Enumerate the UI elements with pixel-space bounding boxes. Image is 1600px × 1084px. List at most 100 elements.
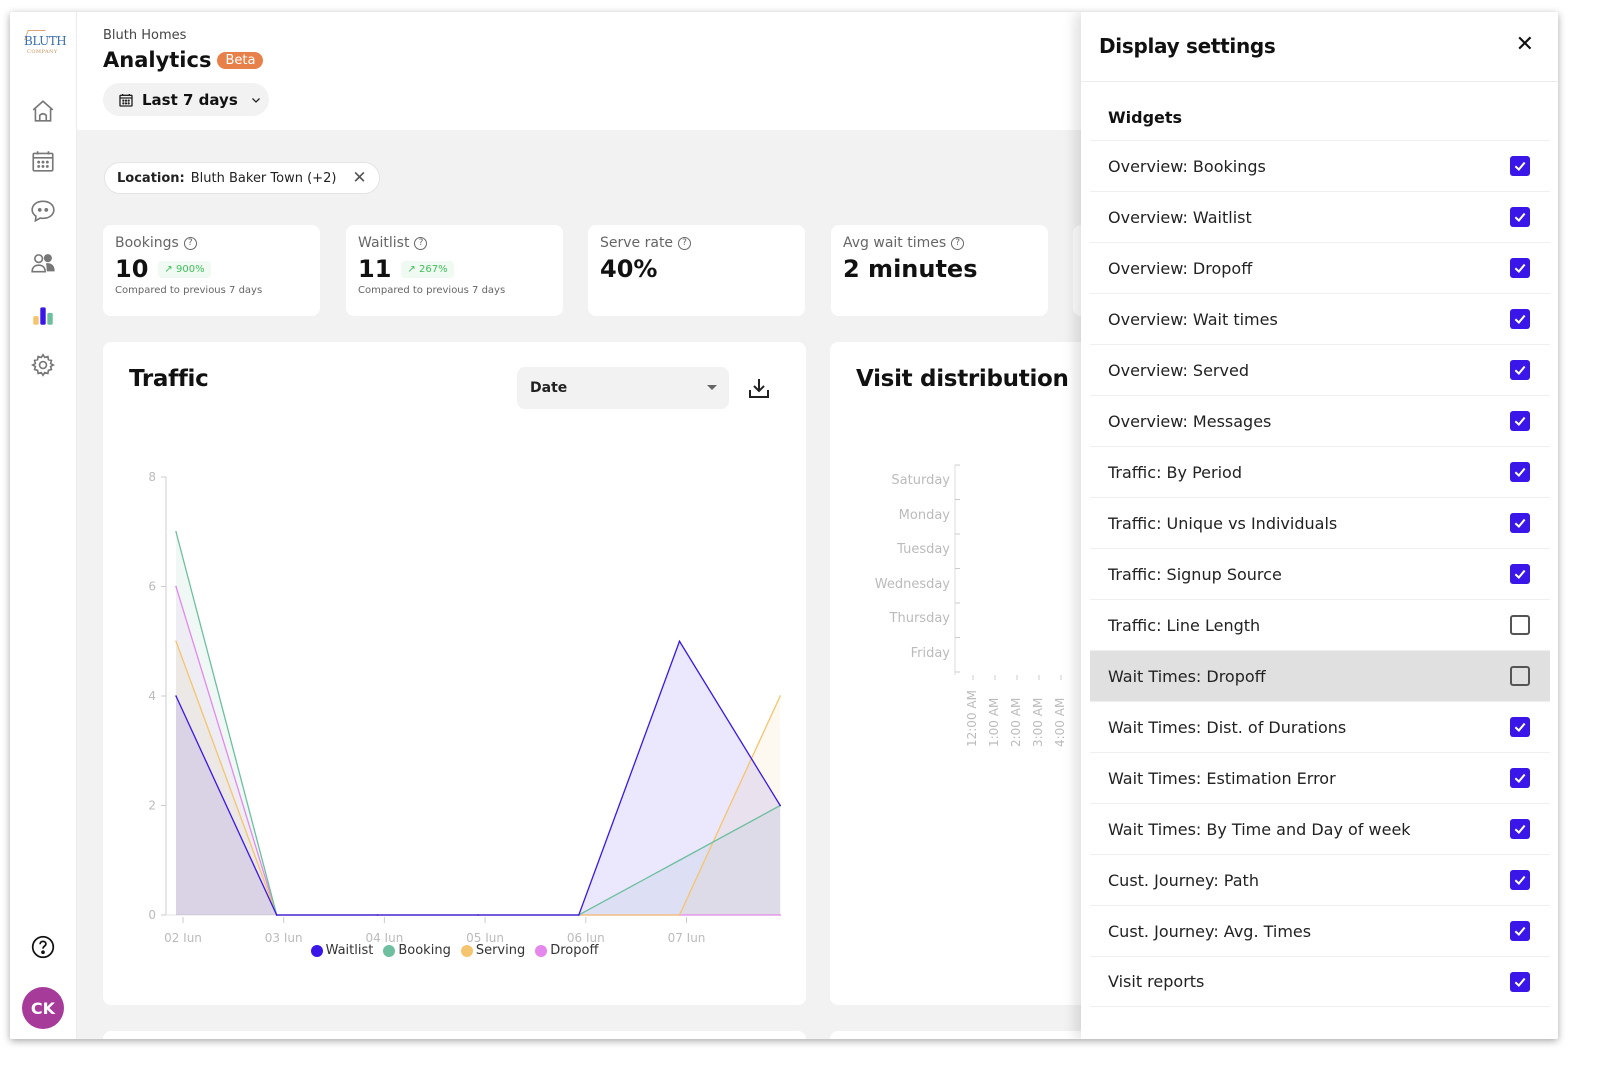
widget-checkbox[interactable]	[1510, 564, 1530, 584]
legend-item-dropoff[interactable]: Dropoff	[535, 943, 598, 958]
widget-toggle-row[interactable]: Overview: Served	[1090, 344, 1550, 395]
widget-checkbox[interactable]	[1510, 156, 1530, 176]
widget-label: Cust. Journey: Avg. Times	[1108, 921, 1312, 941]
widget-toggle-row[interactable]: Traffic: Signup Source	[1090, 548, 1550, 599]
widget-checkbox[interactable]	[1510, 921, 1530, 941]
user-avatar[interactable]: CK	[22, 987, 64, 1029]
widget-toggle-row[interactable]: Wait Times: By Time and Day of week	[1090, 803, 1550, 854]
widget-toggle-row[interactable]: Traffic: By Period	[1090, 446, 1550, 497]
widget-toggle-row[interactable]: Overview: Messages	[1090, 395, 1550, 446]
x-tick-label: 06 Jun	[567, 931, 605, 942]
beta-badge: Beta	[217, 51, 264, 69]
trend-badge: ↗ 900%	[158, 260, 211, 278]
widget-checkbox[interactable]	[1510, 411, 1530, 431]
checkmark-icon	[1514, 416, 1526, 426]
legend-item-waitlist[interactable]: Waitlist	[310, 943, 373, 958]
sidebar-item-settings[interactable]	[30, 352, 56, 378]
sidebar-item-messages[interactable]	[30, 198, 56, 224]
hour-label: 2:00 AM	[1009, 697, 1023, 747]
widget-label: Cust. Journey: Path	[1108, 870, 1259, 890]
company-logo[interactable]: BLUTH COMPANY	[22, 30, 67, 58]
widget-toggle-row[interactable]: Wait Times: Dropoff	[1090, 650, 1550, 701]
page-title-text: Analytics	[103, 48, 212, 72]
app-window: BLUTH COMPANY CK Bluth Homes Analytics B…	[10, 12, 1558, 1039]
widget-label: Overview: Served	[1108, 360, 1249, 380]
widget-checkbox[interactable]	[1510, 513, 1530, 533]
stat-label-text: Waitlist	[358, 235, 410, 251]
stat-label: Waitlist?	[358, 235, 551, 251]
stat-label-text: Avg wait times	[843, 235, 947, 251]
widget-checkbox[interactable]	[1510, 819, 1530, 839]
data-point-waitlist	[175, 695, 177, 697]
stat-value: 2 minutes	[843, 255, 978, 283]
widget-checkbox[interactable]	[1510, 870, 1530, 890]
help-circle-icon[interactable]: ?	[183, 236, 197, 250]
sidebar-item-analytics[interactable]	[30, 302, 56, 328]
org-name: Bluth Homes	[103, 28, 187, 43]
stat-card-bookings: Bookings? 10 ↗ 900% Compared to previous …	[103, 225, 320, 316]
stat-value-text: 10	[115, 255, 149, 283]
legend-item-booking[interactable]: Booking	[383, 943, 451, 958]
legend-item-serving[interactable]: Serving	[460, 943, 526, 958]
checkmark-icon	[1514, 263, 1526, 273]
y-tick-label: 0	[148, 908, 156, 922]
widget-toggle-row[interactable]: Traffic: Line Length	[1090, 599, 1550, 650]
widget-label: Overview: Dropoff	[1108, 258, 1253, 278]
widget-checkbox[interactable]	[1510, 666, 1530, 686]
widget-checkbox[interactable]	[1510, 207, 1530, 227]
widget-label: Visit reports	[1108, 972, 1205, 991]
help-circle-icon[interactable]: ?	[951, 236, 965, 250]
widget-toggle-row[interactable]: Wait Times: Estimation Error	[1090, 752, 1550, 803]
remove-filter-icon[interactable]: ✕	[352, 168, 366, 188]
stat-value: 10 ↗ 900%	[115, 255, 308, 283]
widget-checkbox[interactable]	[1510, 360, 1530, 380]
gear-icon	[31, 353, 55, 377]
checkmark-icon	[1514, 722, 1526, 732]
sidebar-item-customers[interactable]	[30, 250, 56, 276]
widget-toggle-row[interactable]: Overview: Waitlist	[1090, 191, 1550, 242]
x-tick-label: 04 Jun	[365, 931, 403, 942]
y-tick-label: 4	[148, 689, 156, 703]
widget-toggle-row[interactable]: Overview: Bookings	[1090, 140, 1550, 191]
widget-toggle-row[interactable]: Wait Times: Dist. of Durations	[1090, 701, 1550, 752]
date-range-dropdown[interactable]: Last 7 days	[103, 83, 269, 116]
home-icon	[32, 100, 54, 122]
data-point-waitlist	[477, 914, 479, 916]
close-icon[interactable]: ✕	[1516, 32, 1534, 57]
widget-checkbox[interactable]	[1510, 971, 1530, 992]
sidebar-item-calendar[interactable]	[30, 148, 56, 174]
widget-toggle-row[interactable]: Overview: Dropoff	[1090, 242, 1550, 293]
y-tick-label: 8	[148, 470, 156, 484]
widget-checkbox[interactable]	[1510, 309, 1530, 329]
widget-toggle-row[interactable]: Overview: Wait times	[1090, 293, 1550, 344]
display-settings-drawer: Display settings ✕ Widgets Overview: Boo…	[1081, 12, 1558, 1039]
widget-checkbox[interactable]	[1510, 462, 1530, 482]
help-circle-icon[interactable]: ?	[414, 236, 428, 250]
widget-label: Traffic: By Period	[1108, 462, 1242, 482]
sidebar-item-home[interactable]	[30, 98, 56, 124]
help-button[interactable]	[30, 934, 56, 960]
legend-label: Serving	[475, 943, 526, 958]
help-circle-icon[interactable]: ?	[678, 236, 692, 250]
x-tick-label: 05 Jun	[466, 931, 504, 942]
widget-toggle-row[interactable]: Cust. Journey: Avg. Times	[1090, 905, 1550, 956]
widget-toggle-row[interactable]: Visit reports	[1090, 956, 1550, 1007]
widget-list: Overview: Bookings Overview: Waitlist Over…	[1090, 140, 1550, 1007]
hour-label: 3:00 AM	[1031, 697, 1045, 747]
stat-value-text: 11	[358, 255, 392, 283]
widget-label: Overview: Waitlist	[1108, 207, 1252, 227]
widget-checkbox[interactable]	[1510, 768, 1530, 788]
y-tick-label: 2	[148, 799, 156, 813]
location-filter-chip[interactable]: Location: Bluth Baker Town (+2) ✕	[104, 162, 380, 194]
trend-up-icon: ↗	[164, 263, 173, 275]
stat-compare: Compared to previous 7 days	[358, 285, 506, 296]
widget-checkbox[interactable]	[1510, 258, 1530, 278]
widget-toggle-row[interactable]: Traffic: Unique vs Individuals	[1090, 497, 1550, 548]
stat-value: 11 ↗ 267%	[358, 255, 551, 283]
chevron-down-icon	[251, 97, 260, 103]
data-point-waitlist	[376, 914, 379, 916]
widget-checkbox[interactable]	[1510, 615, 1530, 635]
x-tick-label: 07 Jun	[668, 931, 706, 942]
widget-checkbox[interactable]	[1510, 717, 1530, 737]
widget-toggle-row[interactable]: Cust. Journey: Path	[1090, 854, 1550, 905]
